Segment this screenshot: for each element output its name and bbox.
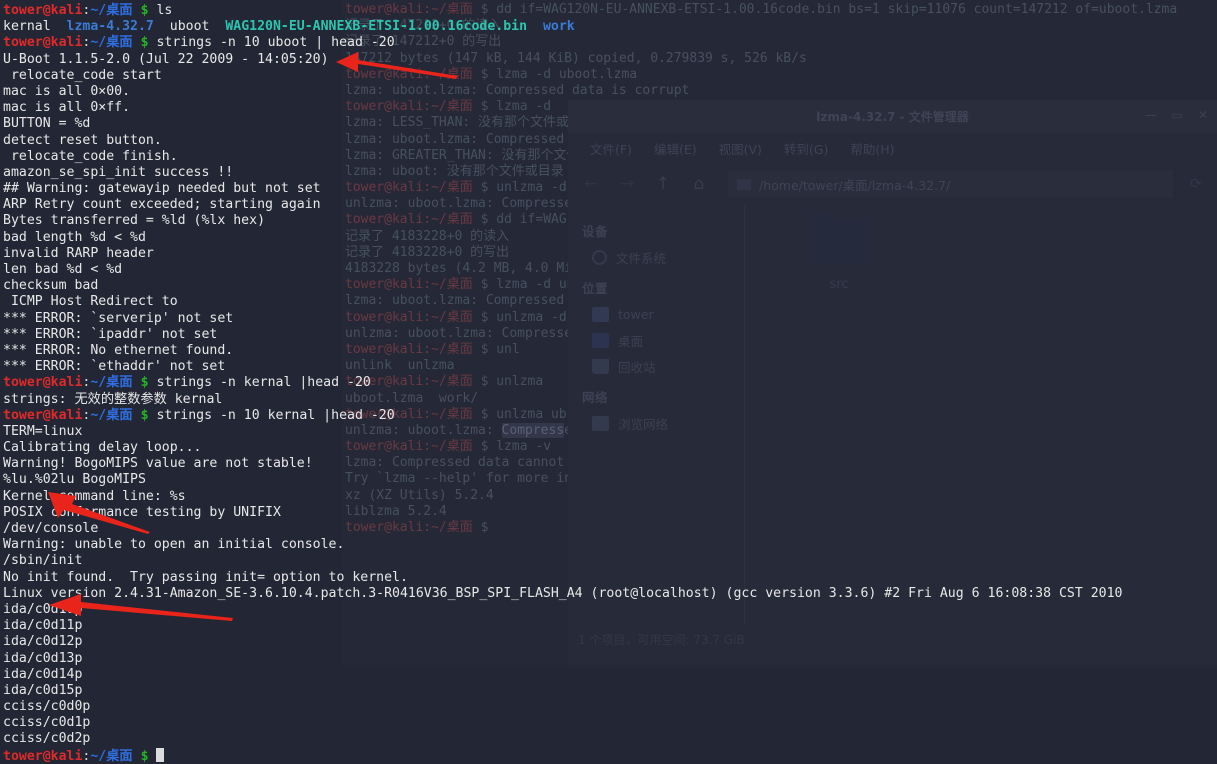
menu-item-go[interactable]: 转到(G) bbox=[784, 139, 828, 158]
sidebar-item-label: tower bbox=[618, 306, 654, 322]
desktop-root: tower@kali:~/桌面 $ dd if=WAG120N-EU-ANNEX… bbox=[0, 0, 1217, 764]
background-terminal-line: tower@kali:~/桌面 $ dd if=WAG120N-EU-ANNEX… bbox=[345, 2, 1178, 17]
sidebar-group-network: 网络 bbox=[582, 390, 609, 405]
file-manager-window[interactable]: lzma-4.32.7 - 文件管理器 — ▭ ✕ 文件(F) 编辑(E) 视图… bbox=[568, 100, 1217, 665]
file-manager-toolbar: ← → ↑ ⌂ /home/tower/桌面/lzma-4.32.7/ ⟳ bbox=[568, 163, 1217, 205]
sidebar-item-label: 桌面 bbox=[618, 333, 644, 349]
close-icon[interactable]: ✕ bbox=[1197, 108, 1209, 122]
minimize-icon[interactable]: — bbox=[1145, 108, 1157, 122]
background-terminal-line: lzma: uboot.lzma: Compressed data is cor… bbox=[345, 82, 690, 98]
forward-icon[interactable]: → bbox=[616, 174, 638, 194]
menu-item-help[interactable]: 帮助(H) bbox=[850, 139, 894, 158]
background-terminal-line: tower@kali:~/桌面 $ lzma -d uboot.lzma bbox=[345, 66, 638, 82]
sidebar-item-label: 文件系统 bbox=[616, 250, 667, 266]
file-manager-sidebar: 设备 文件系统 位置 tower 桌面 回收站 网络 浏览网络 bbox=[568, 205, 744, 625]
disk-icon bbox=[592, 249, 607, 265]
sidebar-item-trash[interactable]: 回收站 bbox=[582, 353, 744, 379]
trash-icon bbox=[592, 358, 609, 374]
file-manager-titlebar: lzma-4.32.7 - 文件管理器 — ▭ ✕ bbox=[568, 100, 1217, 133]
file-manager-body: 设备 文件系统 位置 tower 桌面 回收站 网络 浏览网络 src bbox=[568, 205, 1217, 625]
menu-item-view[interactable]: 视图(V) bbox=[719, 139, 762, 158]
sidebar-item-label: 回收站 bbox=[618, 359, 656, 375]
background-layer: tower@kali:~/桌面 $ dd if=WAG120N-EU-ANNEX… bbox=[0, 0, 1217, 764]
background-terminal-line: 147212 bytes (147 kB, 144 KiB) copied, 0… bbox=[345, 50, 807, 66]
up-icon[interactable]: ↑ bbox=[652, 174, 674, 194]
status-text: 1 个项目，可用空间: 73.7 GiB bbox=[578, 632, 745, 647]
window-controls: — ▭ ✕ bbox=[1145, 108, 1209, 122]
background-terminal-line: 记录了 147212+0 的读入 bbox=[345, 18, 502, 34]
desktop-folder-icon bbox=[592, 332, 609, 348]
file-list-area[interactable]: src bbox=[745, 205, 1217, 625]
file-item-src[interactable]: src bbox=[792, 212, 886, 292]
maximize-icon[interactable]: ▭ bbox=[1171, 108, 1183, 122]
home-icon[interactable]: ⌂ bbox=[688, 174, 710, 194]
background-terminal-line: 记录了 147212+0 的写出 bbox=[345, 34, 502, 50]
path-text: /home/tower/桌面/lzma-4.32.7/ bbox=[759, 177, 951, 193]
file-manager-statusbar: 1 个项目，可用空间: 73.7 GiB bbox=[568, 625, 1217, 653]
path-bar[interactable]: /home/tower/桌面/lzma-4.32.7/ bbox=[728, 170, 1173, 198]
sidebar-item-browse-network[interactable]: 浏览网络 bbox=[582, 410, 744, 436]
sidebar-item-desktop[interactable]: 桌面 bbox=[582, 327, 744, 353]
sidebar-item-label: 浏览网络 bbox=[618, 416, 669, 432]
file-manager-title: lzma-4.32.7 - 文件管理器 bbox=[816, 110, 969, 124]
file-item-label: src bbox=[829, 277, 849, 292]
network-icon bbox=[592, 415, 609, 431]
sidebar-item-filesystem[interactable]: 文件系统 bbox=[582, 244, 744, 270]
folder-icon bbox=[808, 212, 870, 265]
menu-item-edit[interactable]: 编辑(E) bbox=[654, 139, 697, 158]
menu-item-file[interactable]: 文件(F) bbox=[590, 139, 632, 158]
sidebar-item-tower[interactable]: tower bbox=[582, 301, 744, 327]
sidebar-group-places: 位置 bbox=[582, 281, 609, 296]
folder-icon bbox=[737, 178, 751, 190]
back-icon[interactable]: ← bbox=[580, 174, 602, 194]
reload-icon[interactable]: ⟳ bbox=[1187, 176, 1205, 192]
sidebar-group-devices: 设备 bbox=[582, 224, 609, 239]
folder-icon bbox=[592, 306, 609, 322]
file-manager-menubar: 文件(F) 编辑(E) 视图(V) 转到(G) 帮助(H) bbox=[568, 133, 1217, 163]
